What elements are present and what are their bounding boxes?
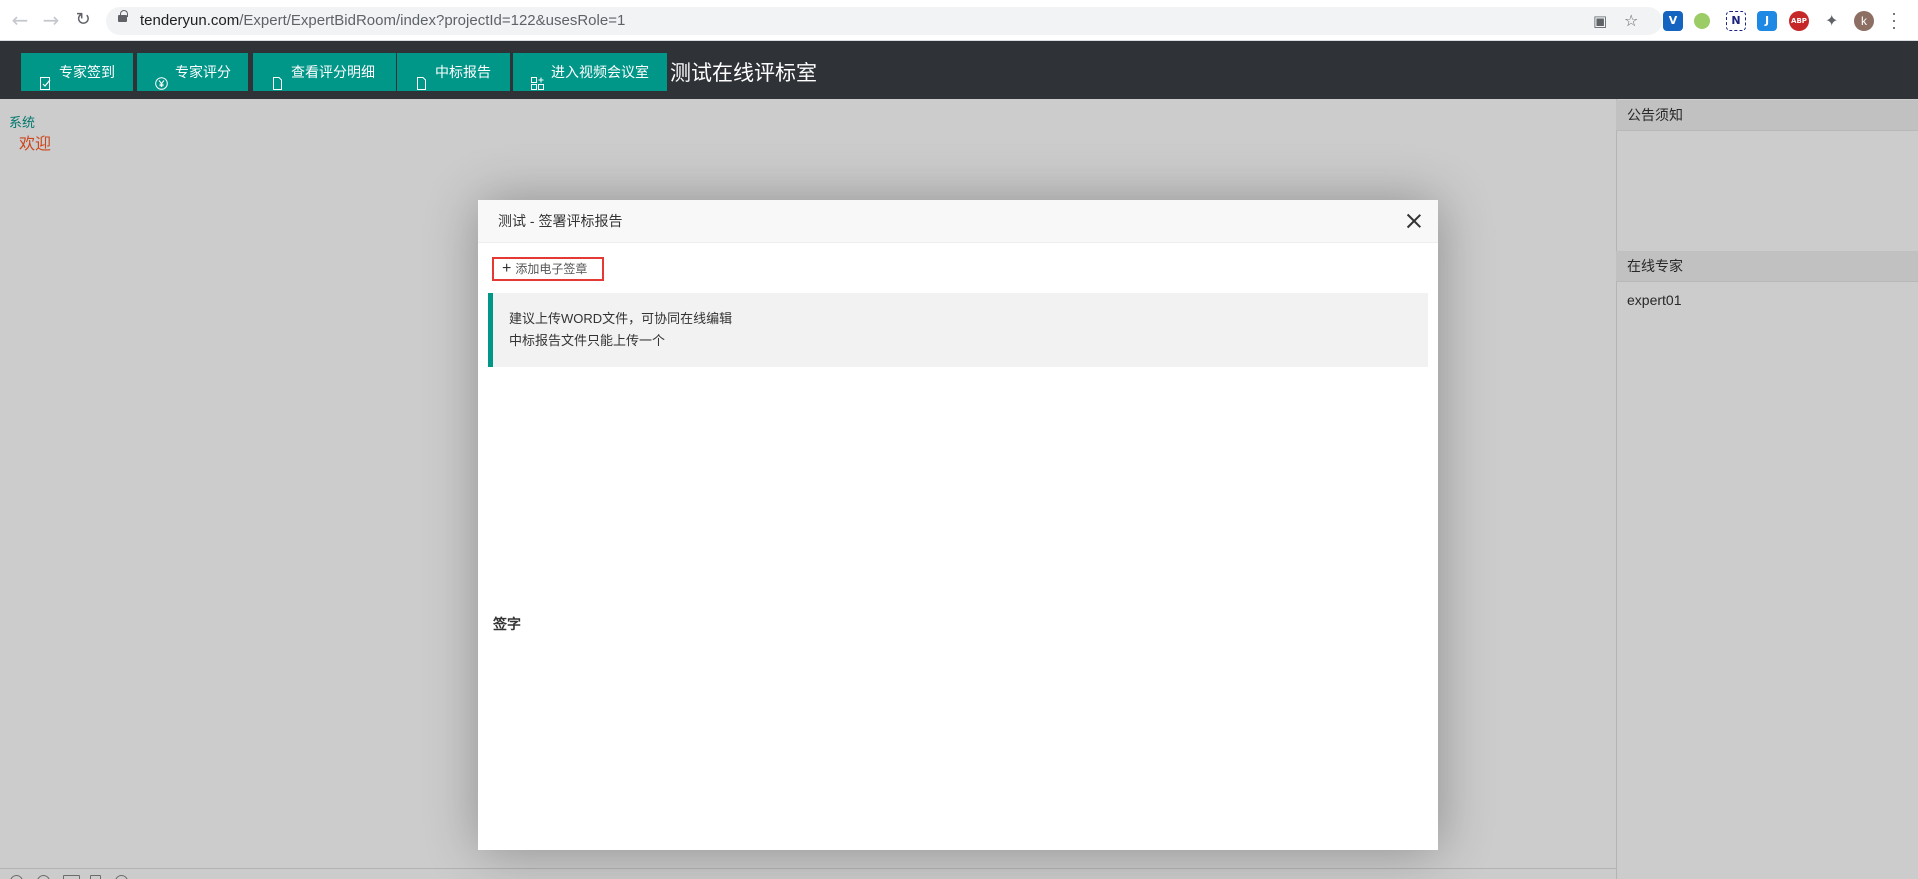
view-score-detail-label: 查看评分明细 [291,64,375,80]
yen-icon [155,66,168,90]
document-icon [271,66,284,90]
add-signature-label: 添加电子签章 [515,262,588,276]
signature-label: 签字 [493,616,521,632]
camera-blocked-icon[interactable]: ▣ [1593,12,1607,30]
winning-bid-report-label: 中标报告 [435,64,491,80]
enter-video-meeting-label: 进入视频会议室 [551,64,649,80]
j-extension-icon[interactable]: J [1757,11,1777,31]
tip-line: 中标报告文件只能上传一个 [509,333,666,348]
tip-line: 建议上传WORD文件，可协同在线编辑 [509,311,733,326]
green-circle-extension-icon[interactable] [1694,13,1710,29]
extensions-puzzle-icon[interactable]: ✦ [1825,12,1838,30]
n-extension-icon[interactable]: N [1726,11,1746,31]
document-icon [415,66,428,90]
expert-score-label: 专家评分 [175,64,231,80]
forward-arrow-icon[interactable]: → [40,9,62,31]
upload-tip: 建议上传WORD文件，可协同在线编辑 中标报告文件只能上传一个 [488,293,1428,367]
url-domain: tenderyun.com [140,12,240,29]
back-arrow-icon[interactable]: ← [9,9,31,31]
url-path: /Expert/ExpertBidRoom/index?projectId=12… [239,12,626,29]
add-signature-button[interactable]: + 添加电子签章 [492,257,604,281]
lock-icon[interactable] [118,10,128,22]
bookmark-star-icon[interactable]: ☆ [1624,12,1638,30]
page-title: 测试在线评标室 [670,62,817,85]
browser-menu-icon[interactable]: · · · [1890,4,1898,36]
close-icon[interactable] [1405,212,1423,230]
expert-score-button[interactable]: 专家评分 [137,53,248,91]
profile-avatar[interactable]: k [1854,11,1874,31]
sign-report-dialog: 测试 - 签署评标报告 + 添加电子签章 建议上传WORD文件，可协同在线编辑 … [478,200,1438,850]
plus-icon: + [502,260,512,277]
reload-icon[interactable]: ↻ [72,9,94,31]
enter-video-meeting-button[interactable]: 进入视频会议室 [513,53,667,91]
winning-bid-report-button[interactable]: 中标报告 [397,53,510,91]
url-text[interactable]: tenderyun.com/Expert/ExpertBidRoom/index… [140,12,625,29]
video-room-icon [531,66,544,90]
sign-in-icon [39,66,52,90]
expert-sign-in-label: 专家签到 [59,64,115,80]
abp-extension-icon[interactable]: ABP [1789,11,1809,31]
dialog-title: 测试 - 签署评标报告 [478,200,1438,243]
view-score-detail-button[interactable]: 查看评分明细 [253,53,396,91]
app-header: 专家签到 专家评分 查看评分明细 中标报告 进入视频会议室 [0,41,1918,99]
expert-sign-in-button[interactable]: 专家签到 [21,53,133,91]
vue-devtools-extension-icon[interactable]: V [1663,11,1683,31]
